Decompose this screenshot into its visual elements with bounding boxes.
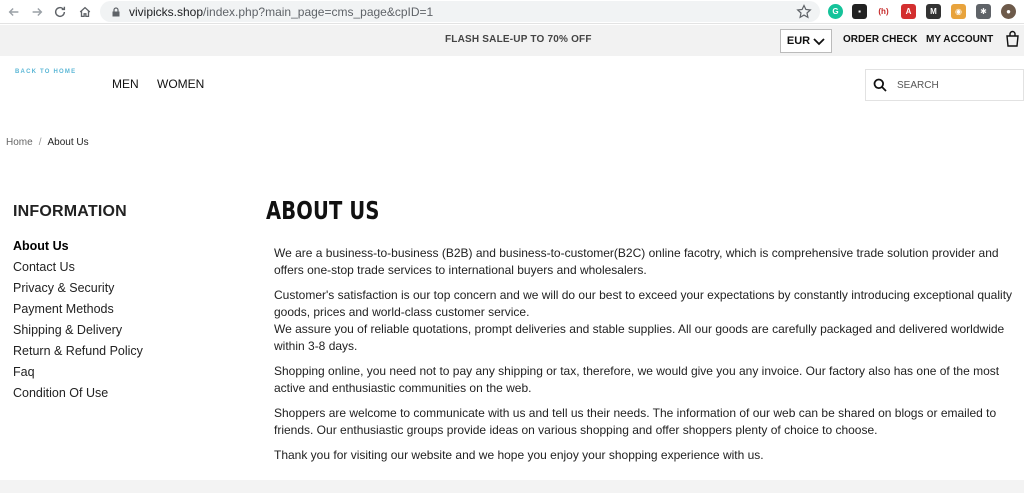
home-icon[interactable] [76, 3, 94, 21]
about-paragraph: Customer's satisfaction is our top conce… [274, 288, 1013, 319]
sidebar-item-condition-of-use[interactable]: Condition Of Use [13, 385, 143, 406]
footer-strip [0, 480, 1024, 493]
profile-avatar-icon[interactable]: ● [1001, 4, 1016, 19]
sidebar-item-payment-methods[interactable]: Payment Methods [13, 301, 143, 322]
breadcrumb-current: About Us [47, 137, 89, 148]
about-content: We are a business-to-business (B2B) and … [274, 245, 1019, 472]
breadcrumb-separator: / [38, 137, 42, 148]
forward-arrow-icon[interactable] [28, 3, 46, 21]
puzzle-extensions-icon[interactable]: ✱ [976, 4, 991, 19]
back-to-home-logo[interactable]: BACK TO HOME [15, 69, 76, 75]
pdf-icon[interactable]: A [901, 4, 916, 19]
sidebar-item-privacy-security[interactable]: Privacy & Security [13, 280, 143, 301]
address-bar[interactable]: vivipicks.shop/index.php?main_page=cms_p… [100, 1, 820, 22]
extension-icon-circle[interactable]: ◉ [951, 4, 966, 19]
shopping-bag-icon[interactable] [1005, 30, 1020, 47]
chevron-down-icon [813, 37, 825, 45]
about-paragraph: Shoppers are welcome to communicate with… [274, 406, 997, 437]
currency-value: EUR [786, 35, 811, 47]
page-title: ABOUT US [266, 196, 380, 225]
currency-selector[interactable]: EUR [780, 29, 832, 53]
extension-icon-red-text[interactable]: (h) [876, 4, 891, 19]
grammarly-icon[interactable]: G [828, 4, 843, 19]
lock-icon [110, 6, 122, 18]
about-paragraph: Shopping online, you need not to pay any… [274, 364, 1000, 395]
url-text: vivipicks.shop/index.php?main_page=cms_p… [129, 4, 434, 19]
order-check-link[interactable]: ORDER CHECK [843, 34, 917, 45]
my-account-link[interactable]: MY ACCOUNT [926, 34, 993, 45]
nav-men[interactable]: MEN [112, 77, 139, 91]
about-paragraph: We assure you of reliable quotations, pr… [274, 322, 1005, 353]
back-arrow-icon[interactable] [5, 3, 23, 21]
search-icon[interactable] [873, 78, 887, 92]
breadcrumb: Home / About Us [6, 137, 89, 148]
m-extension-icon[interactable]: M [926, 4, 941, 19]
sidebar-item-about-us[interactable]: About Us [13, 238, 143, 259]
sidebar-item-return-refund-policy[interactable]: Return & Refund Policy [13, 343, 143, 364]
promo-top-bar: FLASH SALE-UP TO 70% OFF EUR ORDER CHECK… [0, 25, 1024, 56]
about-paragraph: Thank you for visiting our website and w… [274, 448, 764, 462]
about-paragraph: We are a business-to-business (B2B) and … [274, 246, 999, 277]
search-box[interactable] [865, 69, 1024, 101]
breadcrumb-home-link[interactable]: Home [6, 137, 33, 148]
sidebar-title: INFORMATION [13, 203, 127, 220]
bookmark-star-icon[interactable] [796, 4, 812, 20]
sidebar-item-contact-us[interactable]: Contact Us [13, 259, 143, 280]
search-input[interactable] [897, 79, 1007, 91]
nav-women[interactable]: WOMEN [157, 77, 204, 91]
flash-sale-banner[interactable]: FLASH SALE-UP TO 70% OFF [445, 34, 592, 45]
reload-icon[interactable] [51, 3, 69, 21]
browser-toolbar: vivipicks.shop/index.php?main_page=cms_p… [0, 0, 1024, 24]
sidebar-item-faq[interactable]: Faq [13, 364, 143, 385]
extension-icon-dark[interactable]: ▪ [852, 4, 867, 19]
sidebar-item-shipping-delivery[interactable]: Shipping & Delivery [13, 322, 143, 343]
sidebar-nav: About Us Contact Us Privacy & Security P… [13, 238, 143, 406]
